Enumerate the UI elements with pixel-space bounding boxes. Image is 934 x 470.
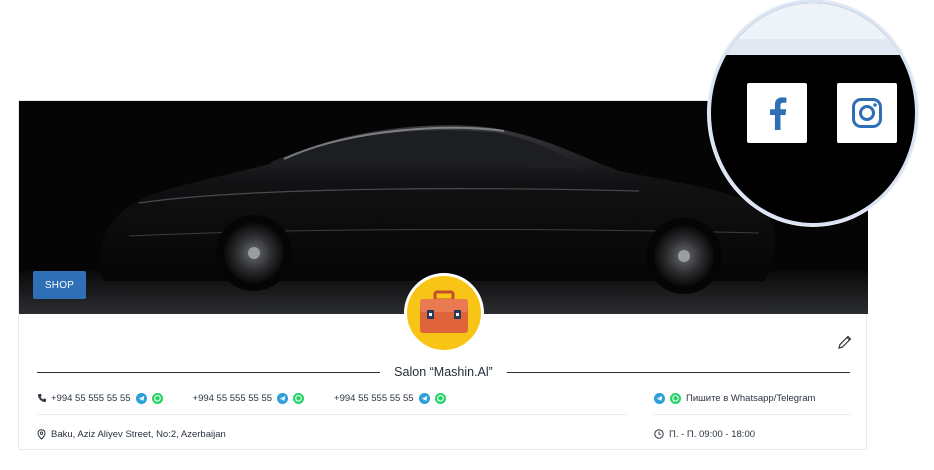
briefcase-icon: [420, 290, 468, 333]
clock-icon: [654, 429, 664, 439]
phone-list: +994 55 555 55 55 +994 55 555 55 55 +994…: [37, 389, 472, 407]
messenger-hint-text: Пишите в Whatsapp/Telegram: [686, 392, 816, 404]
facebook-icon: [770, 97, 787, 130]
edit-pencil-icon[interactable]: [837, 334, 855, 352]
telegram-icon[interactable]: [277, 392, 289, 404]
working-hours-text: П. - П. 09:00 - 18:00: [669, 428, 756, 440]
phone-number[interactable]: +994 55 555 55 55: [334, 393, 414, 404]
telegram-icon[interactable]: [135, 392, 147, 404]
telegram-icon[interactable]: [418, 392, 430, 404]
whatsapp-icon[interactable]: [151, 392, 163, 404]
instagram-icon: [852, 98, 882, 128]
location-pin-icon: [37, 428, 46, 440]
phone-item[interactable]: +994 55 555 55 55: [330, 392, 446, 404]
working-hours: П. - П. 09:00 - 18:00: [654, 426, 755, 442]
row-divider: [654, 414, 850, 415]
telegram-icon: [654, 392, 665, 404]
store-name: Salon “Mashin.Al”: [394, 365, 493, 379]
row-divider: [37, 414, 627, 415]
address: Baku, Aziz Aliyev Street, No:2, Azerbaij…: [37, 426, 226, 442]
phone-item[interactable]: +994 55 555 55 55: [189, 392, 305, 404]
store-avatar: [404, 273, 484, 353]
title-divider-right: [506, 371, 850, 373]
shop-badge[interactable]: SHOP: [33, 271, 86, 299]
store-title-row: Salon “Mashin.Al”: [37, 363, 850, 381]
address-text: Baku, Aziz Aliyev Street, No:2, Azerbaij…: [51, 428, 226, 440]
phone-item[interactable]: +994 55 555 55 55: [47, 392, 163, 404]
messenger-hint: Пишите в Whatsapp/Telegram: [654, 390, 815, 406]
phone-number[interactable]: +994 55 555 55 55: [51, 393, 131, 404]
instagram-button[interactable]: [837, 83, 897, 143]
whatsapp-icon[interactable]: [434, 392, 446, 404]
whatsapp-icon[interactable]: [293, 392, 305, 404]
title-divider-left: [37, 371, 381, 373]
phone-icon: [38, 394, 46, 402]
phone-number[interactable]: +994 55 555 55 55: [193, 393, 273, 404]
whatsapp-icon: [670, 392, 681, 404]
social-links-magnifier: [708, 0, 918, 226]
facebook-button[interactable]: [747, 83, 807, 143]
